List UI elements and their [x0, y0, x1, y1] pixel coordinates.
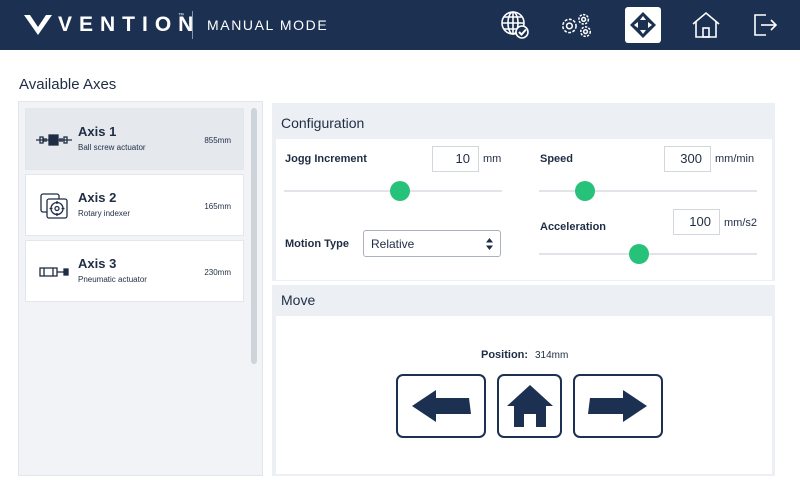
configuration-panel: Configuration Jogg Increment 10 mm Speed… [272, 103, 775, 281]
slider-knob[interactable] [389, 181, 410, 201]
home-icon [692, 11, 720, 38]
speed-slider[interactable] [539, 181, 757, 201]
axis-length: 855mm [204, 136, 231, 145]
motion-type-label: Motion Type [285, 238, 349, 250]
axis-length: 165mm [204, 202, 231, 211]
position-value: 314mm [535, 350, 569, 361]
axis-card-2[interactable]: Axis 2 Rotary indexer 165mm [25, 174, 244, 236]
select-arrows-icon [486, 238, 493, 250]
axis-name: Axis 3 [78, 256, 117, 271]
axis-card-3[interactable]: Axis 3 Pneumatic actuator 230mm [25, 240, 244, 302]
position-label: Position: [481, 349, 529, 361]
top-bar: VENTION ™ MANUAL MODE [0, 0, 800, 50]
jog-increment-label: Jogg Increment [285, 153, 367, 165]
move-body: Position: 314mm [276, 316, 772, 474]
acceleration-input[interactable]: 100 [673, 209, 720, 235]
configuration-body: Jogg Increment 10 mm Speed 300 mm/min Ac… [276, 139, 772, 280]
arrow-right-icon [588, 390, 647, 422]
jog-increment-unit: mm [483, 153, 502, 165]
gears-icon [562, 13, 592, 38]
jog-right-button[interactable] [573, 374, 663, 438]
slider-knob[interactable] [629, 244, 650, 264]
axis-length: 230mm [204, 268, 231, 277]
available-axes-heading: Available Axes [19, 76, 117, 93]
axis-description: Ball screw actuator [78, 143, 146, 152]
rotary-indexer-icon [40, 193, 68, 219]
home-nav-button[interactable] [688, 7, 724, 43]
directional-pad-icon [630, 12, 656, 38]
ball-screw-icon [36, 134, 72, 146]
axis-card-1[interactable]: Axis 1 Ball screw actuator 855mm [25, 108, 244, 170]
axis-description: Pneumatic actuator [78, 275, 147, 284]
home-icon [506, 385, 553, 427]
jog-increment-input[interactable]: 10 [432, 146, 479, 172]
header-divider [192, 11, 193, 39]
slider-knob[interactable] [574, 181, 595, 201]
axis-name: Axis 2 [78, 190, 117, 205]
logout-icon [754, 14, 778, 36]
move-title: Move [281, 292, 316, 308]
jog-increment-slider[interactable] [284, 181, 502, 201]
trademark: ™ [178, 13, 184, 19]
jog-left-button[interactable] [396, 374, 486, 438]
pneumatic-actuator-icon [39, 267, 69, 277]
move-panel: Move Position: 314mm [272, 285, 775, 476]
configuration-title: Configuration [281, 115, 365, 131]
acceleration-slider[interactable] [539, 244, 757, 264]
motion-type-value: Relative [371, 237, 415, 251]
speed-input[interactable]: 300 [664, 146, 711, 172]
axes-scrollbar[interactable] [251, 108, 257, 364]
home-axis-button[interactable] [497, 374, 562, 438]
axis-description: Rotary indexer [78, 209, 131, 218]
motion-type-select[interactable]: Relative [363, 230, 501, 257]
globe-check-icon [501, 11, 529, 39]
vention-logo-icon [24, 15, 52, 35]
arrow-left-icon [412, 390, 471, 422]
settings-button[interactable] [559, 7, 595, 43]
axis-name: Axis 1 [78, 124, 117, 139]
speed-unit: mm/min [715, 153, 755, 165]
acceleration-unit: mm/s2 [724, 217, 757, 229]
speed-label: Speed [540, 153, 574, 165]
manual-mode-button[interactable] [625, 7, 661, 43]
acceleration-label: Acceleration [540, 221, 607, 233]
globe-check-button[interactable] [497, 7, 533, 43]
slider-rail [539, 190, 757, 192]
logout-button[interactable] [747, 7, 783, 43]
page-title: MANUAL MODE [207, 17, 329, 33]
